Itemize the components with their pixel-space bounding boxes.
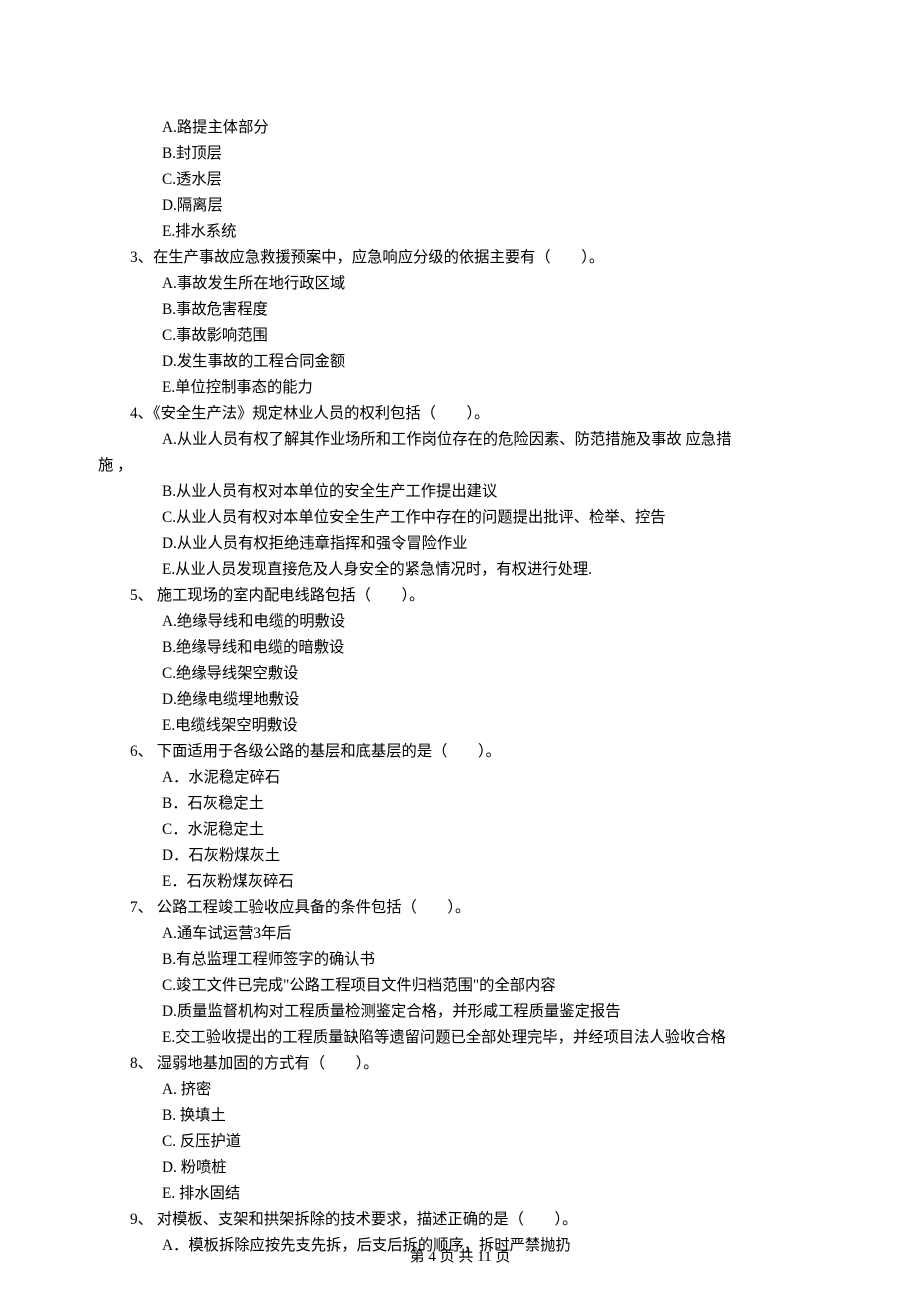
option: E.电缆线架空明敷设 bbox=[130, 713, 820, 739]
option: A. 挤密 bbox=[130, 1077, 820, 1103]
option-text: 事故危害程度 bbox=[176, 301, 268, 318]
option: C.透水层 bbox=[130, 167, 820, 193]
option: A.事故发生所在地行政区域 bbox=[130, 271, 820, 297]
option: D．石灰粉煤灰土 bbox=[130, 843, 820, 869]
option-text: 封顶层 bbox=[176, 145, 222, 162]
option: B.封顶层 bbox=[130, 141, 820, 167]
question-stem: 6、 下面适用于各级公路的基层和底基层的是（ ）。 bbox=[130, 739, 820, 765]
option-text: 绝缘导线和电缆的暗敷设 bbox=[176, 639, 344, 656]
option-text: 石灰稳定土 bbox=[188, 795, 265, 812]
option: D.隔离层 bbox=[130, 193, 820, 219]
option-text: 挤密 bbox=[181, 1081, 212, 1098]
option-text: 绝缘电缆埋地敷设 bbox=[177, 691, 299, 708]
option-text: 水泥稳定碎石 bbox=[188, 769, 280, 786]
option: E.单位控制事态的能力 bbox=[130, 375, 820, 401]
option-text: 反压护道 bbox=[180, 1133, 241, 1150]
option-text: 绝缘导线和电缆的明敷设 bbox=[177, 613, 345, 630]
question-stem: 9、 对模板、支架和拱架拆除的技术要求，描述正确的是（ ）。 bbox=[130, 1207, 820, 1233]
option-text: 竣工文件已完成"公路工程项目文件归档范围"的全部内容 bbox=[176, 977, 556, 994]
option-text: 石灰粉煤灰碎石 bbox=[187, 873, 294, 890]
option: B. 换填土 bbox=[130, 1103, 820, 1129]
option-text: 有总监理工程师签字的确认书 bbox=[176, 951, 375, 968]
option-text: 透水层 bbox=[176, 171, 222, 188]
option-text: 发生事故的工程合同金额 bbox=[177, 353, 345, 370]
option: C.竣工文件已完成"公路工程项目文件归档范围"的全部内容 bbox=[130, 973, 820, 999]
option: D.绝缘电缆埋地敷设 bbox=[130, 687, 820, 713]
option-text: 通车试运营3年后 bbox=[177, 925, 292, 942]
option: C.事故影响范围 bbox=[130, 323, 820, 349]
option-text: 隔离层 bbox=[177, 197, 223, 214]
option: D.从业人员有权拒绝违章指挥和强令冒险作业 bbox=[130, 531, 820, 557]
option: D.发生事故的工程合同金额 bbox=[130, 349, 820, 375]
option: B.绝缘导线和电缆的暗敷设 bbox=[130, 635, 820, 661]
option: B.有总监理工程师签字的确认书 bbox=[130, 947, 820, 973]
option: B.事故危害程度 bbox=[130, 297, 820, 323]
option-text: 事故发生所在地行政区域 bbox=[177, 275, 345, 292]
option: B.从业人员有权对本单位的安全生产工作提出建议 bbox=[130, 479, 820, 505]
option: C.从业人员有权对本单位安全生产工作中存在的问题提出批评、检举、控告 bbox=[130, 505, 820, 531]
option: E．石灰粉煤灰碎石 bbox=[130, 869, 820, 895]
option: C. 反压护道 bbox=[130, 1129, 820, 1155]
option-text: 质量监督机构对工程质量检测鉴定合格，并形咸工程质量鉴定报告 bbox=[177, 1003, 621, 1020]
option-text: 电缆线架空明敷设 bbox=[175, 717, 297, 734]
option-text: 水泥稳定土 bbox=[188, 821, 265, 838]
option-text: 石灰粉煤灰土 bbox=[188, 847, 280, 864]
question-stem: 7、 公路工程竣工验收应具备的条件包括（ ）。 bbox=[130, 895, 820, 921]
question-stem: 5、 施工现场的室内配电线路包括（ ）。 bbox=[130, 583, 820, 609]
option: E.从业人员发现直接危及人身安全的紧急情况时，有权进行处理. bbox=[130, 557, 820, 583]
option: A．水泥稳定碎石 bbox=[130, 765, 820, 791]
option: E. 排水固结 bbox=[130, 1181, 820, 1207]
option: A.通车试运营3年后 bbox=[130, 921, 820, 947]
option: A.从业人员有权了解其作业场所和工作岗位存在的危险因素、防范措施及事故 应急措 bbox=[130, 427, 820, 453]
option-text: 交工验收提出的工程质量缺陷等遗留问题已全部处理完毕，并经项目法人验收合格 bbox=[175, 1029, 726, 1046]
option-text: 从业人员有权对本单位安全生产工作中存在的问题提出批评、检举、控告 bbox=[176, 509, 666, 526]
option: A.绝缘导线和电缆的明敷设 bbox=[130, 609, 820, 635]
page-body: A.路提主体部分 B.封顶层 C.透水层 D.隔离层 E.排水系统 3、在生产事… bbox=[0, 0, 920, 1259]
option-text: 事故影响范围 bbox=[176, 327, 268, 344]
question-stem: 3、在生产事故应急救援预案中，应急响应分级的依据主要有（ ）。 bbox=[130, 245, 820, 271]
option-text: 从业人员有权对本单位的安全生产工作提出建议 bbox=[176, 483, 497, 500]
option-text: 排水固结 bbox=[179, 1185, 240, 1202]
option: D.质量监督机构对工程质量检测鉴定合格，并形咸工程质量鉴定报告 bbox=[130, 999, 820, 1025]
option: C．水泥稳定土 bbox=[130, 817, 820, 843]
option-text: 路提主体部分 bbox=[177, 119, 269, 136]
option: C.绝缘导线架空敷设 bbox=[130, 661, 820, 687]
option-text: 绝缘导线架空敷设 bbox=[176, 665, 298, 682]
option-text: 从业人员发现直接危及人身安全的紧急情况时，有权进行处理. bbox=[175, 561, 592, 578]
option-text: 从业人员有权拒绝违章指挥和强令冒险作业 bbox=[177, 535, 468, 552]
option-text: 单位控制事态的能力 bbox=[175, 379, 313, 396]
question-stem: 8、 湿弱地基加固的方式有（ ）。 bbox=[130, 1051, 820, 1077]
option-continuation: 施 ， bbox=[130, 453, 820, 479]
option: D. 粉喷桩 bbox=[130, 1155, 820, 1181]
option: E.交工验收提出的工程质量缺陷等遗留问题已全部处理完毕，并经项目法人验收合格 bbox=[130, 1025, 820, 1051]
option-text: 换填土 bbox=[180, 1107, 226, 1124]
page-footer: 第 4 页 共 11 页 bbox=[0, 1245, 920, 1266]
option: A.路提主体部分 bbox=[130, 115, 820, 141]
option-text: 排水系统 bbox=[175, 223, 236, 240]
option: B．石灰稳定土 bbox=[130, 791, 820, 817]
option: E.排水系统 bbox=[130, 219, 820, 245]
question-stem: 4、《安全生产法》规定林业人员的权利包括（ ）。 bbox=[130, 401, 820, 427]
option-text: 粉喷桩 bbox=[181, 1159, 227, 1176]
